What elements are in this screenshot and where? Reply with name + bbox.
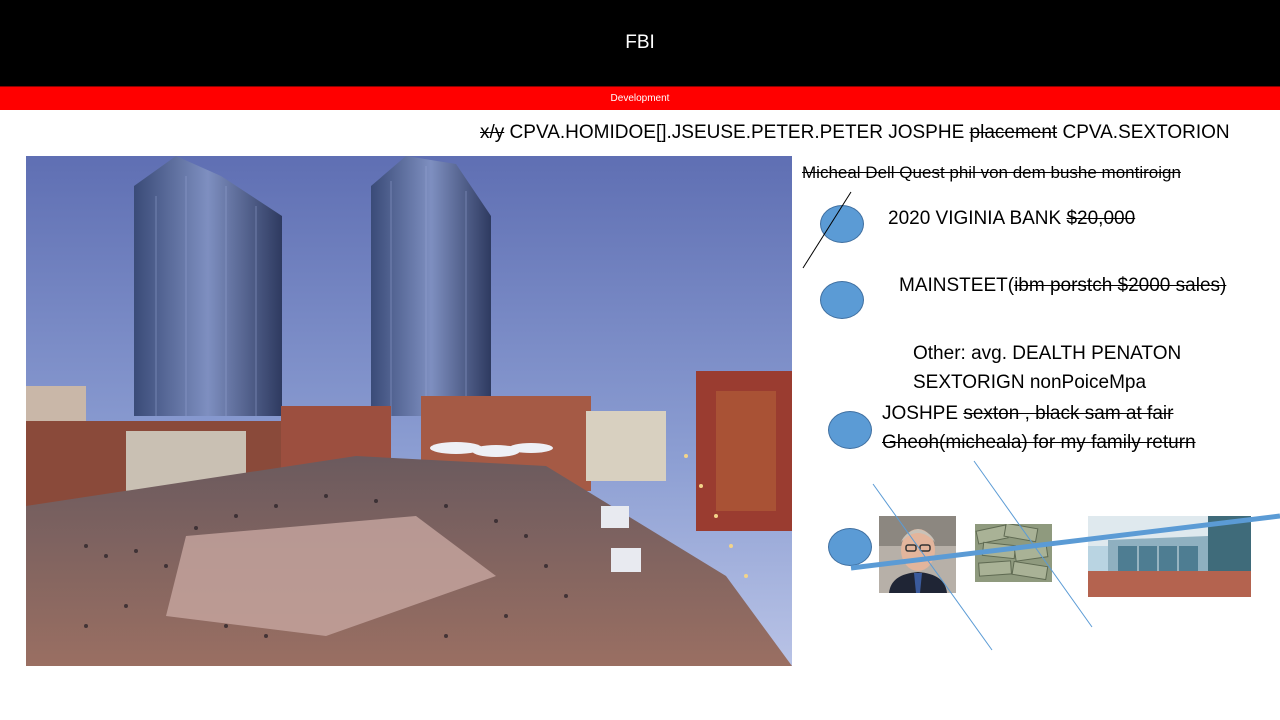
title-bar: FBI [0, 0, 1280, 86]
item-4-struck-2: Gheoh(micheala) for my family return [882, 432, 1196, 453]
subtitle-bar: Development [0, 86, 1280, 110]
item-3-line-1: Other: avg. DEALTH PENATON [913, 343, 1182, 364]
item-2-text: MAINSTEET( [899, 275, 1015, 296]
item-1-text: 2020 VIGINIA BANK [888, 208, 1067, 229]
top-line: x/y CPVA.HOMIDOE[].JSEUSE.PETER.PETER JO… [480, 122, 1230, 144]
subheading-text: Micheal Dell Quest phil von dem bushe mo… [802, 163, 1181, 182]
money-photo [975, 524, 1052, 582]
item-3-line-2: SEXTORIGN nonPoiceMpa [913, 372, 1147, 393]
top-line-part-2: CPVA.SEXTORION [1057, 122, 1230, 143]
slide-title: FBI [625, 32, 655, 53]
portrait-photo [879, 516, 956, 593]
item-4: JOSHPE sexton , black sam at fair Gheoh(… [882, 399, 1196, 457]
item-1-struck: $20,000 [1066, 208, 1136, 229]
item-1: 2020 VIGINIA BANK $20,000 [888, 208, 1135, 230]
item-4-text: JOSHPE [882, 403, 964, 424]
bullet-dot-3 [828, 411, 872, 449]
item-2: MAINSTEET(ibm porstch $2000 sales) [899, 275, 1226, 297]
bullet-dot-2 [820, 281, 864, 319]
top-line-struck-2: placement [969, 122, 1058, 143]
plaza-photo [26, 156, 792, 666]
top-line-struck-1: x/y [480, 122, 505, 143]
item-4-struck-1: sexton , black sam at fair [963, 403, 1174, 424]
bullet-dot-1 [820, 205, 864, 243]
bullet-dot-4 [828, 528, 872, 566]
storefront-photo [1088, 516, 1251, 597]
subheading: Micheal Dell Quest phil von dem bushe mo… [802, 163, 1181, 183]
top-line-part-1: CPVA.HOMIDOE[].JSEUSE.PETER.PETER JOSPHE [504, 122, 970, 143]
item-2-struck: ibm porstch $2000 sales) [1014, 275, 1227, 296]
slide-subtitle: Development [610, 93, 670, 104]
item-3: Other: avg. DEALTH PENATON SEXTORIGN non… [913, 339, 1181, 397]
